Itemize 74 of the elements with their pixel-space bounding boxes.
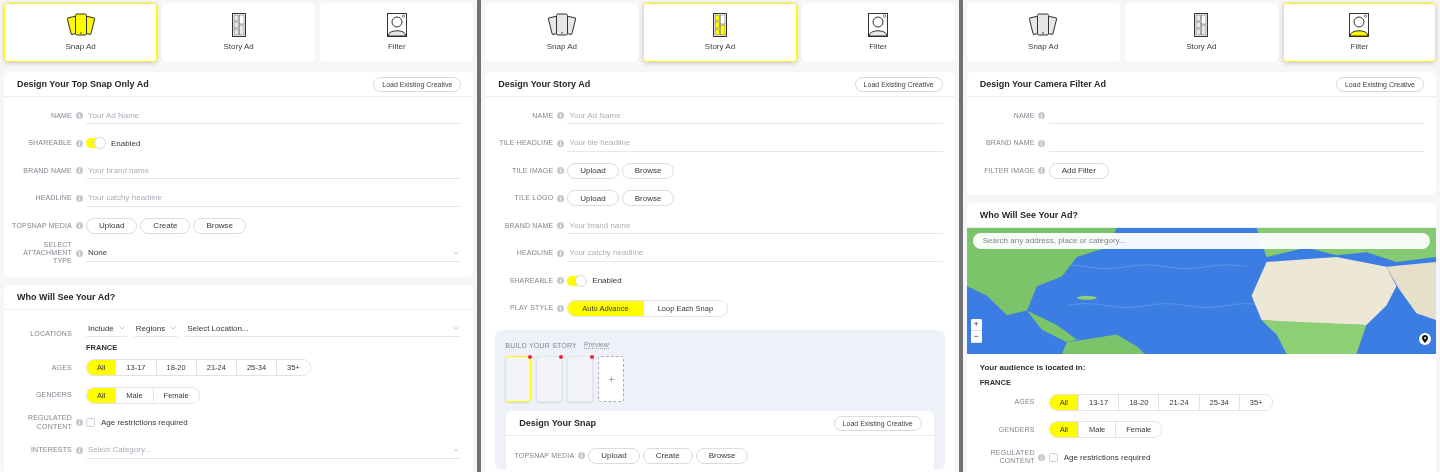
audience-location-text: Your audience is located in: [979,362,1087,372]
ad-type-label: Filter [869,42,887,51]
ad-type-label: Snap Ad [546,42,577,51]
ad-type-card[interactable]: Snap Ad [4,3,158,62]
ad-type-card[interactable]: Filter [320,3,474,62]
ad-type-label: Story Ad [1186,42,1217,51]
ad-type-card[interactable]: Filter [801,3,955,62]
ad-type-card[interactable]: Filter [1282,3,1436,62]
snap-tile[interactable] [505,356,532,402]
section-title: Who Will See Your Ad? [17,292,116,302]
text-field[interactable]: Your brand name [86,162,462,180]
ad-type-label: Filter [1350,42,1369,51]
upload-button[interactable]: Add Filter [1048,162,1109,179]
upload-button[interactable]: Browse [695,447,749,464]
pin-icon [1422,334,1428,343]
chevron-icon [453,250,460,255]
upload-button[interactable]: Browse [621,162,675,179]
select-field[interactable]: Include [86,320,127,337]
ad-type-label: Snap Ad [1028,42,1059,51]
checkbox[interactable] [1048,452,1058,462]
toggle-switch[interactable] [86,138,105,149]
phones-icon [1029,13,1058,37]
text-field[interactable]: Your tile headline [567,134,943,152]
ad-type-card[interactable]: Story Ad [1124,3,1278,62]
person-frame-icon [1349,13,1370,37]
checkbox[interactable] [86,418,95,428]
chevron-icon [170,326,177,330]
snap-tile[interactable] [567,356,594,402]
person-frame-icon [868,13,889,37]
upload-button[interactable]: Upload [567,190,619,207]
chevron-icon [118,326,125,330]
zoom-in-button[interactable]: + [970,318,982,331]
ad-type-card[interactable]: Story Ad [162,3,316,62]
text-field[interactable]: Your Ad Name [567,107,943,125]
checkbox-label: Age restrictions required [101,418,188,428]
ad-type-label: Filter [387,42,406,51]
upload-button[interactable]: Create [642,447,693,464]
upload-button[interactable]: Upload [567,162,619,179]
section-title: Design Your Camera Filter Ad [979,79,1107,89]
text-field[interactable]: Your brand name [567,217,943,235]
phones-icon [66,13,95,37]
section-title: Who Will See Your Ad? [979,209,1078,220]
upload-button[interactable]: Browse [621,190,675,207]
ad-type-label: Story Ad [223,42,254,51]
chevron-icon [453,447,460,452]
person-frame-icon [386,13,407,37]
text-field[interactable]: Your catchy headline [567,244,943,262]
toggle-switch[interactable] [567,275,587,286]
story-strip-icon [713,13,727,37]
toggle-label: Enabled [111,138,141,148]
text-field[interactable]: Your Ad Name [86,107,462,125]
checkbox-label: Age restrictions required [1063,452,1151,462]
upload-button[interactable]: Create [140,217,191,234]
select-field[interactable]: None [86,244,462,262]
ad-type-card[interactable]: Snap Ad [485,3,639,62]
text-field[interactable]: Your catchy headline [86,189,462,207]
ad-type-label: Snap Ad [65,42,96,51]
upload-button[interactable]: Browse [193,217,247,234]
toggle-label: Enabled [592,276,622,286]
upload-button[interactable]: Upload [588,447,640,464]
section-title: Design Your Top Snap Only Ad [17,79,149,89]
ad-type-label: Story Ad [704,42,736,51]
chevron-icon [453,326,460,330]
story-strip-icon [231,13,246,37]
story-strip-icon [1194,13,1209,37]
snap-tile[interactable] [536,356,563,402]
select-field[interactable]: Select Location... [185,320,462,337]
upload-button[interactable]: Upload [86,217,138,234]
phones-icon [547,13,576,37]
section-title: Design Your Story Ad [498,79,591,89]
select-field[interactable]: Regions [133,320,179,337]
ad-type-card[interactable]: Story Ad [643,3,797,62]
section-title: Design Your Snap [519,418,596,428]
ad-type-card[interactable]: Snap Ad [966,3,1120,62]
